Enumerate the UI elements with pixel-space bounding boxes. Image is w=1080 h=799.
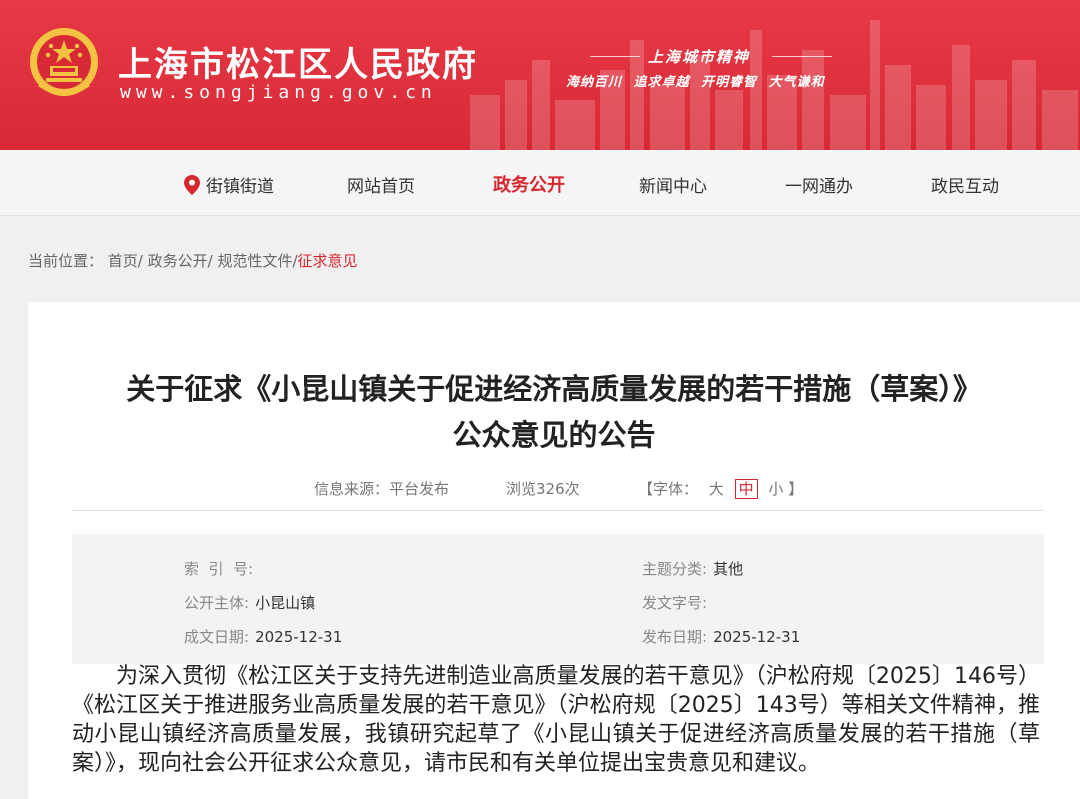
info-publisher-label: 公开主体: — [184, 594, 250, 612]
info-category-value: 其他 — [713, 560, 744, 578]
spirit-slogan: 海纳百川 — [566, 75, 623, 90]
info-written-date-label: 成文日期: — [184, 628, 250, 646]
article-source: 信息来源：平台发布 — [314, 478, 449, 499]
spirit-slogan: 追求卓越 — [633, 75, 690, 90]
main-nav: 街镇街道 网站首页 政务公开 新闻中心 一网通办 政民互动 — [0, 150, 1080, 216]
article-body: 为深入贯彻《松江区关于支持先进制造业高质量发展的若干意见》（沪松府规〔2025〕… — [72, 664, 1040, 776]
spirit-slogan: 大气谦和 — [768, 75, 825, 90]
source-label: 信息来源： — [314, 480, 390, 498]
city-spirit-slogans: 海纳百川 追求卓越 开明睿智 大气谦和 — [566, 71, 825, 90]
breadcrumb: 当前位置： 首页/ 政务公开/ 规范性文件/征求意见 — [28, 250, 358, 271]
font-size-switcher: 【字体： 大 中 小 】 — [638, 478, 803, 499]
font-size-label: 【字体： — [638, 480, 699, 498]
view-count: 浏览326次 — [506, 480, 580, 498]
info-category-label: 主题分类: — [642, 560, 708, 578]
nav-item-towns[interactable]: 街镇街道 — [184, 172, 274, 197]
location-pin-icon — [184, 175, 200, 195]
article-title-line: 关于征求《小昆山镇关于促进经济高质量发展的若干措施（草案）》 — [126, 372, 982, 406]
nav-item-label: 街镇街道 — [206, 177, 274, 197]
info-publisher-value: 小昆山镇 — [255, 594, 316, 612]
font-size-medium[interactable]: 中 — [734, 479, 758, 499]
article-card: 关于征求《小昆山镇关于促进经济高质量发展的若干措施（草案）》 公众意见的公告 信… — [28, 302, 1080, 799]
article-title: 关于征求《小昆山镇关于促进经济高质量发展的若干措施（草案）》 公众意见的公告 — [28, 366, 1080, 458]
site-header: 上海市松江区人民政府 www.songjiang.gov.cn 上海城市精神 海… — [0, 0, 1080, 150]
spirit-divider-left — [590, 56, 640, 57]
site-domain: www.songjiang.gov.cn — [120, 82, 437, 103]
info-publisher: 公开主体: 小昆山镇 — [184, 592, 315, 613]
info-written-date-value: 2025-12-31 — [255, 628, 343, 646]
spirit-slogan: 开明睿智 — [701, 75, 758, 90]
info-index: 索 引 号: — [184, 558, 259, 579]
source-value: 平台发布 — [389, 480, 450, 498]
nav-item-gov-affairs[interactable]: 政务公开 — [493, 171, 565, 197]
nav-item-interaction[interactable]: 政民互动 — [931, 172, 999, 197]
font-size-close: 】 — [788, 480, 804, 498]
nav-item-home[interactable]: 网站首页 — [347, 172, 415, 197]
info-written-date: 成文日期: 2025-12-31 — [184, 626, 342, 647]
info-published-date-value: 2025-12-31 — [713, 628, 801, 646]
info-published-date-label: 发布日期: — [642, 628, 708, 646]
spirit-divider-right — [772, 56, 832, 57]
city-spirit-title: 上海城市精神 — [648, 48, 751, 66]
info-doc-number-label: 发文字号: — [642, 594, 708, 612]
breadcrumb-normative-docs[interactable]: 规范性文件/ — [217, 252, 297, 270]
breadcrumb-current[interactable]: 征求意见 — [298, 252, 358, 270]
site-title[interactable]: 上海市松江区人民政府 — [118, 37, 478, 86]
breadcrumb-home[interactable]: 首页/ — [108, 252, 143, 270]
national-emblem-logo — [30, 28, 98, 96]
info-doc-number: 发文字号: — [642, 592, 713, 613]
nav-item-online-services[interactable]: 一网通办 — [785, 172, 853, 197]
info-category: 主题分类: 其他 — [642, 558, 743, 579]
document-info-panel: 索 引 号: 主题分类: 其他 公开主体: 小昆山镇 发文字号: 成文日期: 2025… — [72, 534, 1044, 664]
meta-divider — [72, 510, 1044, 511]
info-index-label: 索 引 号: — [184, 560, 254, 578]
article-title-line: 公众意见的公告 — [452, 418, 656, 452]
font-size-large[interactable]: 大 — [709, 480, 724, 498]
font-size-small[interactable]: 小 — [768, 480, 783, 498]
breadcrumb-gov-affairs[interactable]: 政务公开/ — [148, 252, 213, 270]
nav-item-news[interactable]: 新闻中心 — [639, 172, 707, 197]
breadcrumb-prefix: 当前位置： — [28, 252, 104, 270]
info-published-date: 发布日期: 2025-12-31 — [642, 626, 800, 647]
